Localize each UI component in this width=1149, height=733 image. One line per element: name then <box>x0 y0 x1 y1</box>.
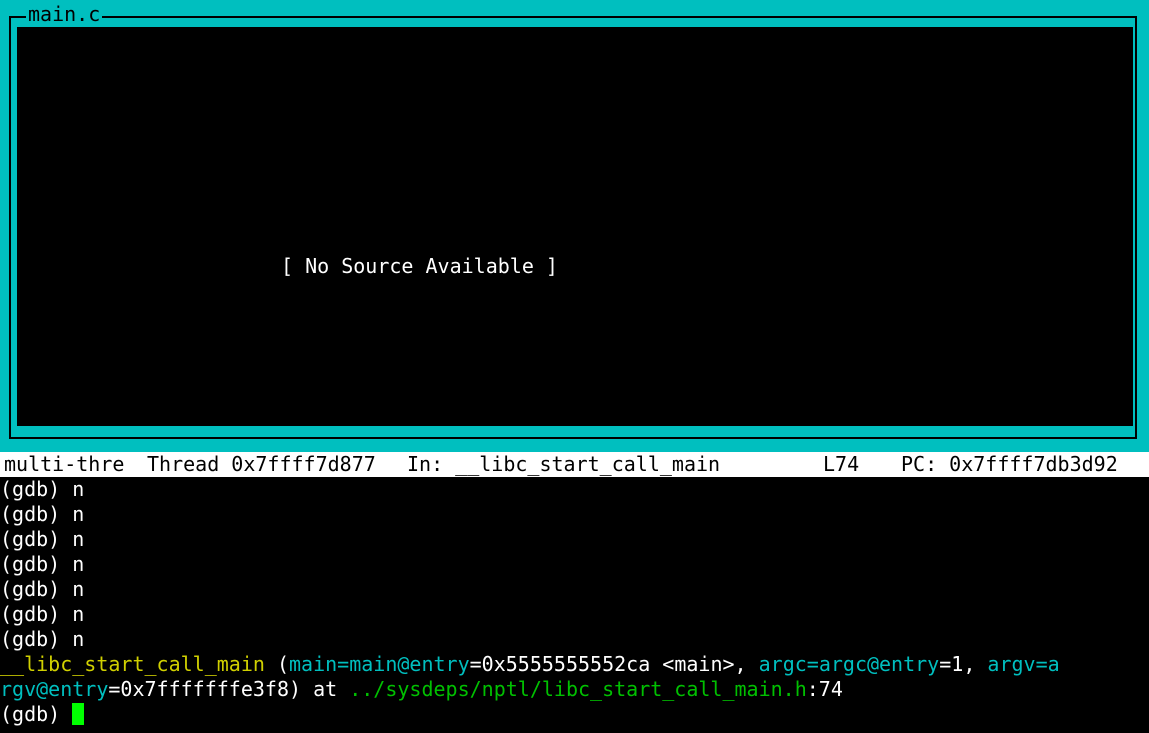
source-view[interactable]: [ No Source Available ] <box>17 27 1133 426</box>
frame-arg-argv-end: rgv@entry <box>0 677 109 701</box>
frame-arg-argc: argc=argc@entry <box>758 652 940 676</box>
frame-arg-main-value: =0x5555555552ca <main>, <box>469 652 759 676</box>
gdb-prompt: (gdb) <box>0 502 61 526</box>
no-source-message: [ No Source Available ] <box>281 254 558 278</box>
gdb-prompt: (gdb) <box>0 702 73 726</box>
status-target: multi-thre <box>4 452 125 476</box>
frame-line-1: __libc_start_call_main (main=main@entry=… <box>0 652 1149 677</box>
gdb-command: n <box>72 552 85 576</box>
status-bar: multi-thre Thread 0x7ffff7d877 In: __lib… <box>0 452 1149 477</box>
gdb-prompt: (gdb) <box>0 627 61 651</box>
active-prompt-line[interactable]: (gdb) <box>0 702 1149 727</box>
text-cursor <box>72 703 85 725</box>
gdb-console[interactable]: (gdb) n (gdb) n (gdb) n (gdb) n (gdb) n … <box>0 477 1149 727</box>
gdb-prompt: (gdb) <box>0 602 61 626</box>
console-line: (gdb) n <box>0 602 1149 627</box>
gdb-command: n <box>72 527 85 551</box>
frame-function: __libc_start_call_main <box>0 652 265 676</box>
console-line: (gdb) n <box>0 527 1149 552</box>
frame-arg-main: main=main@entry <box>289 652 470 676</box>
frame-source-file: ../sysdeps/nptl/libc_start_call_main.h <box>349 677 807 701</box>
source-window: main.c [ No Source Available ] <box>0 0 1149 452</box>
status-line: L74 <box>823 452 860 476</box>
console-line: (gdb) n <box>0 577 1149 602</box>
gdb-prompt: (gdb) <box>0 527 61 551</box>
frame-arg-argv-start: argv=a <box>987 652 1060 676</box>
gdb-command: n <box>72 577 85 601</box>
frame-line-2: rgv@entry=0x7fffffffe3f8) at ../sysdeps/… <box>0 677 1149 702</box>
status-thread: Thread 0x7ffff7d877 <box>147 452 376 476</box>
gdb-prompt: (gdb) <box>0 552 61 576</box>
frame-arg-argc-value: =1, <box>939 652 988 676</box>
console-line: (gdb) n <box>0 552 1149 577</box>
status-function: In: __libc_start_call_main <box>407 452 721 476</box>
console-line: (gdb) n <box>0 477 1149 502</box>
gdb-command: n <box>72 477 85 501</box>
gdb-prompt: (gdb) <box>0 477 61 501</box>
gdb-command: n <box>72 602 85 626</box>
console-line: (gdb) n <box>0 502 1149 527</box>
source-window-title: main.c <box>26 2 103 26</box>
gdb-command: n <box>72 502 85 526</box>
status-pc: PC: 0x7ffff7db3d92 <box>901 452 1118 476</box>
frame-arg-argv-value: =0x7fffffffe3f8) at <box>108 677 350 701</box>
gdb-command: n <box>72 627 85 651</box>
frame-paren: ( <box>264 652 289 676</box>
frame-source-line: :74 <box>806 677 843 701</box>
gdb-prompt: (gdb) <box>0 577 61 601</box>
console-line: (gdb) n <box>0 627 1149 652</box>
